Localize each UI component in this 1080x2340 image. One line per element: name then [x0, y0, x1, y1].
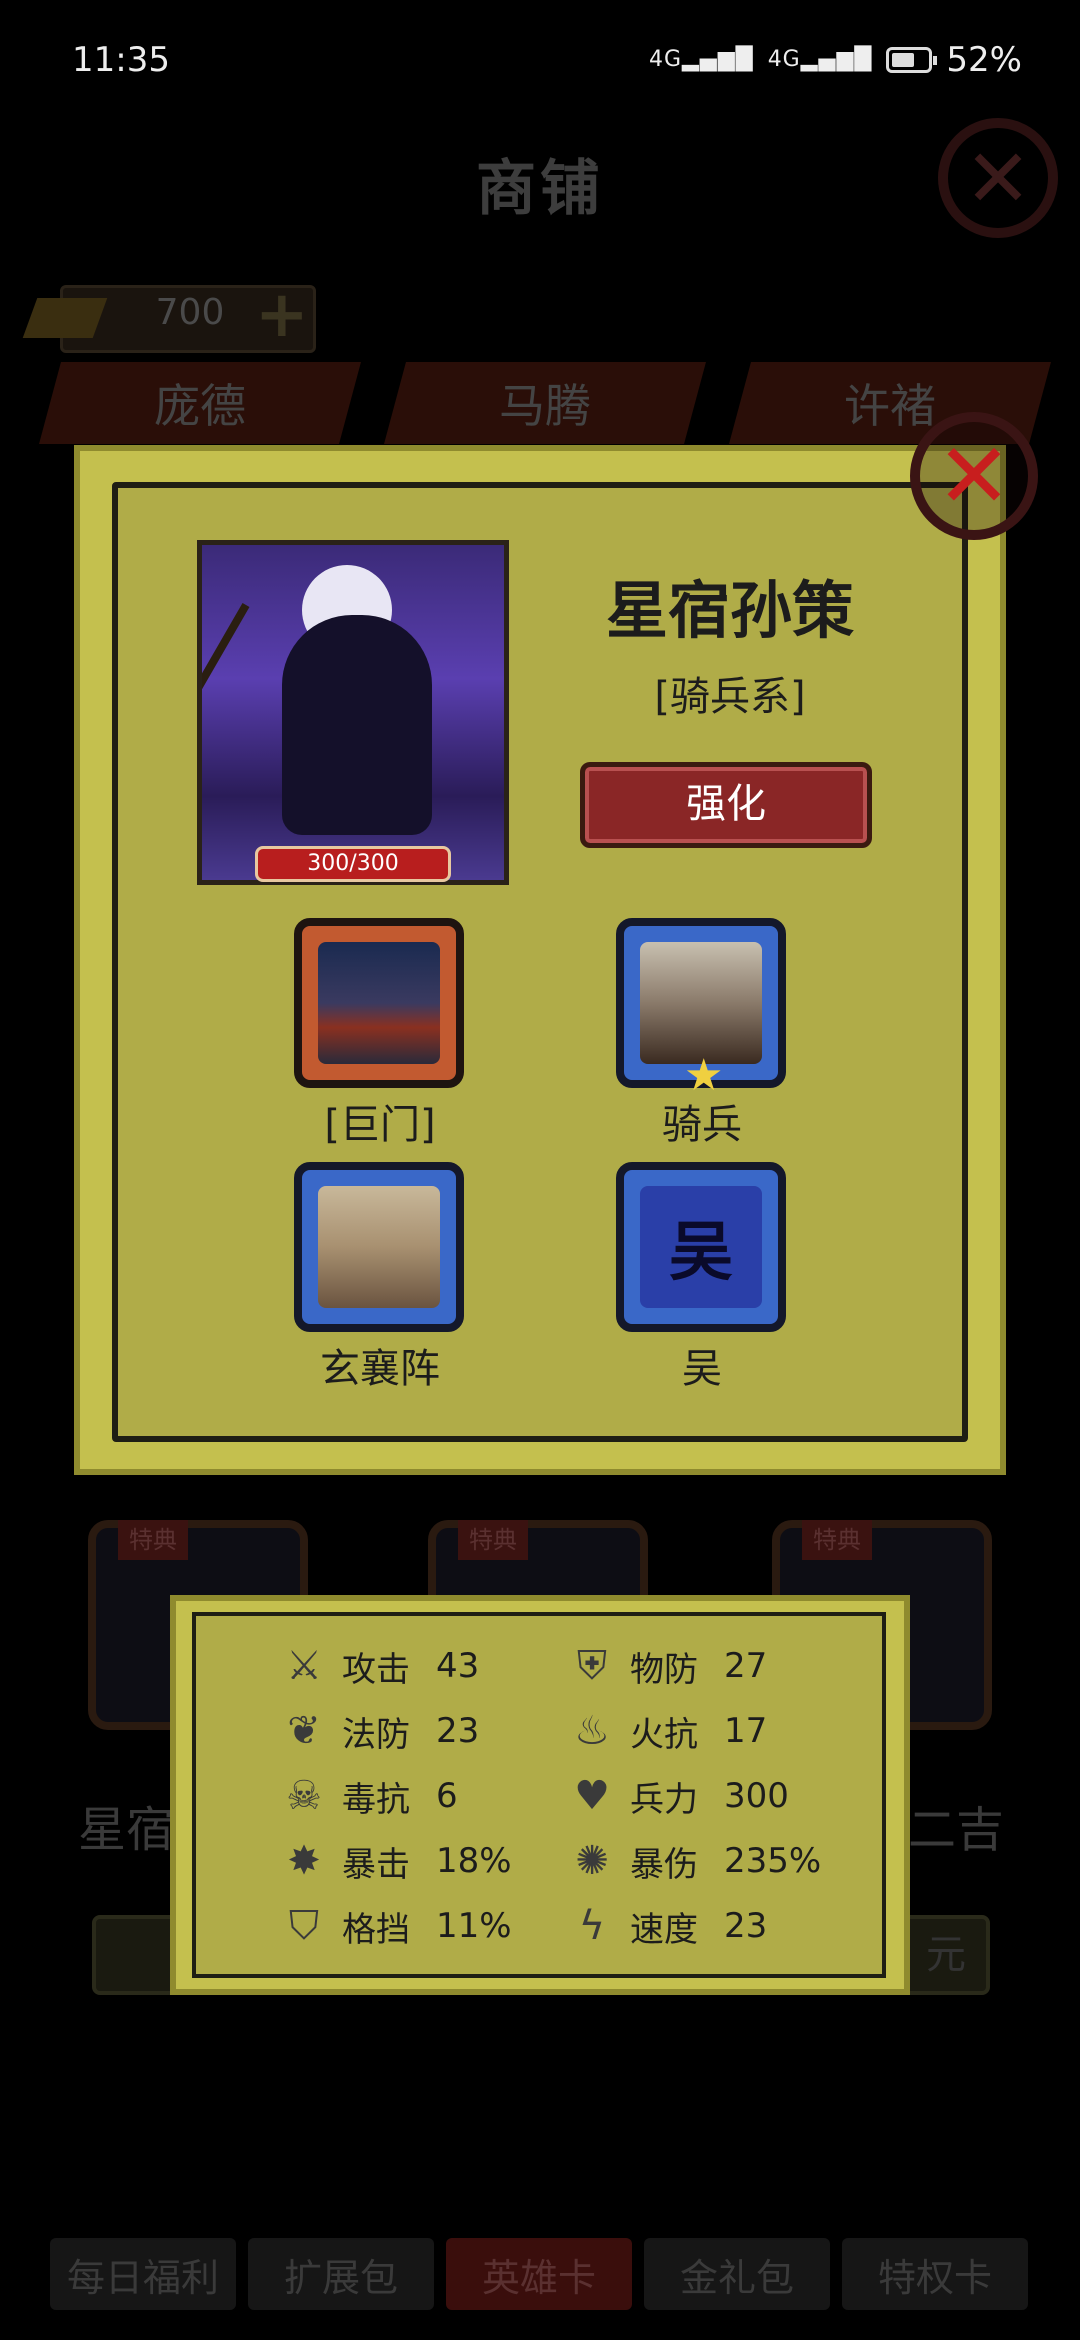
hero-class: [骑兵系]	[654, 674, 806, 720]
gold-amount: 700	[155, 292, 225, 333]
stats-column-right: ⛨ 物防 27 ♨ 火抗 17 ♥ 兵力 300 ✺ 暴伤 235% ϟ 速度 23	[566, 1636, 856, 1956]
wu-banner-icon: 吴	[640, 1186, 762, 1308]
stat-value: 6	[436, 1776, 458, 1816]
signal-label: 4G	[648, 47, 682, 72]
palace-icon	[318, 942, 440, 1064]
stat-magic-defense: ❦ 法防 23	[278, 1701, 558, 1761]
nav-hero-card[interactable]: 英雄卡	[446, 2238, 632, 2310]
stat-value: 300	[724, 1776, 789, 1816]
hp-bar: 300/300	[255, 846, 451, 882]
shield-icon: ⛨	[577, 1643, 607, 1689]
stat-label: 格挡	[342, 1909, 410, 1950]
hero-tab-1[interactable]: 庞德	[39, 362, 361, 444]
stat-poison-resist: ☠ 毒抗 6	[278, 1766, 558, 1826]
fire-icon: ♨	[574, 1708, 610, 1754]
card-tag: 特典	[118, 1520, 188, 1560]
stat-value: 43	[436, 1646, 480, 1686]
stat-value: 23	[724, 1906, 768, 1946]
stat-label: 攻击	[342, 1649, 410, 1690]
crit-icon: ✸	[287, 1838, 321, 1884]
upgrade-button[interactable]: 强化	[580, 762, 872, 848]
skill-slot-palace[interactable]	[294, 918, 464, 1088]
skull-icon: ☠	[286, 1773, 322, 1819]
stat-crit-damage: ✺ 暴伤 235%	[566, 1831, 856, 1891]
stat-attack: ⚔ 攻击 43	[278, 1636, 558, 1696]
burst-icon: ✺	[575, 1838, 609, 1884]
stat-label: 兵力	[630, 1779, 698, 1820]
skill-slot-cavalry[interactable]: ★	[616, 918, 786, 1098]
signal-icon: 4G▂▄▆█	[648, 47, 754, 72]
stat-troops: ♥ 兵力 300	[566, 1766, 856, 1826]
nav-daily-welfare[interactable]: 每日福利	[50, 2238, 236, 2310]
stat-crit: ✸ 暴击 18%	[278, 1831, 558, 1891]
battery-icon	[886, 47, 938, 73]
stat-physical-defense: ⛨ 物防 27	[566, 1636, 856, 1696]
skill-slot-formation[interactable]	[294, 1162, 464, 1332]
stat-label: 法防	[342, 1714, 410, 1755]
nav-privilege-card[interactable]: 特权卡	[842, 2238, 1028, 2310]
battery-level: 52%	[946, 40, 1022, 80]
spear-shape	[202, 603, 250, 867]
hero-tab-label: 许褚	[844, 379, 936, 433]
hero-tab-label: 庞德	[154, 379, 246, 433]
hero-tab-2[interactable]: 马腾	[384, 362, 706, 444]
nav-gold-gift[interactable]: 金礼包	[644, 2238, 830, 2310]
status-bar: 11:35 4G▂▄▆█ 4G▂▄▆█ 52%	[0, 0, 1080, 120]
stat-value: 11%	[436, 1906, 512, 1946]
add-gold-icon[interactable]: +	[255, 283, 309, 347]
card-tag: 特典	[458, 1520, 528, 1560]
stat-block: ⛉ 格挡 11%	[278, 1896, 558, 1956]
stat-label: 火抗	[630, 1714, 698, 1755]
signal-label: 4G	[767, 47, 801, 72]
cavalry-icon	[640, 942, 762, 1064]
stat-label: 暴击	[342, 1844, 410, 1885]
close-icon[interactable]: ✕	[910, 412, 1038, 540]
stats-column-left: ⚔ 攻击 43 ❦ 法防 23 ☠ 毒抗 6 ✸ 暴击 18% ⛉ 格挡 11%	[278, 1636, 558, 1956]
stat-label: 物防	[630, 1649, 698, 1690]
heart-icon: ♥	[574, 1773, 610, 1819]
status-time: 11:35	[72, 40, 170, 80]
battlefield-icon	[318, 1186, 440, 1308]
card-name: 星宿	[78, 1802, 175, 1858]
skill-label: 玄襄阵	[320, 1346, 440, 1392]
stat-value: 18%	[436, 1841, 512, 1881]
leaf-icon: ❦	[287, 1708, 321, 1754]
hero-name: 星宿孙策	[605, 574, 854, 647]
skill-slot-faction[interactable]: 吴	[616, 1162, 786, 1332]
stat-label: 速度	[630, 1909, 698, 1950]
star-icon: ★	[684, 1050, 724, 1101]
hero-tab-label: 马腾	[499, 379, 591, 433]
stat-label: 毒抗	[342, 1779, 410, 1820]
lightning-icon: ϟ	[578, 1903, 606, 1949]
shop-close-icon[interactable]: ✕	[938, 118, 1058, 238]
stat-fire-resist: ♨ 火抗 17	[566, 1701, 856, 1761]
hero-figure	[282, 615, 432, 835]
stat-value: 17	[724, 1711, 768, 1751]
stat-speed: ϟ 速度 23	[566, 1896, 856, 1956]
stat-value: 235%	[724, 1841, 822, 1881]
status-icons: 4G▂▄▆█ 4G▂▄▆█ 52%	[649, 40, 1022, 80]
skill-label: [巨门]	[324, 1102, 436, 1148]
nav-expansion-pack[interactable]: 扩展包	[248, 2238, 434, 2310]
gold-ingot-icon	[22, 298, 108, 338]
stat-value: 27	[724, 1646, 768, 1686]
card-tag: 特典	[802, 1520, 872, 1560]
block-icon: ⛉	[289, 1903, 319, 1949]
card-name: 二吉	[908, 1802, 1005, 1858]
swords-icon: ⚔	[286, 1643, 322, 1689]
stat-value: 23	[436, 1711, 480, 1751]
shop-title: 商铺	[476, 154, 604, 224]
hero-portrait	[197, 540, 509, 885]
skill-label: 骑兵	[662, 1102, 742, 1148]
stat-label: 暴伤	[630, 1844, 698, 1885]
signal-icon: 4G▂▄▆█	[767, 47, 873, 72]
skill-label: 吴	[682, 1346, 722, 1392]
